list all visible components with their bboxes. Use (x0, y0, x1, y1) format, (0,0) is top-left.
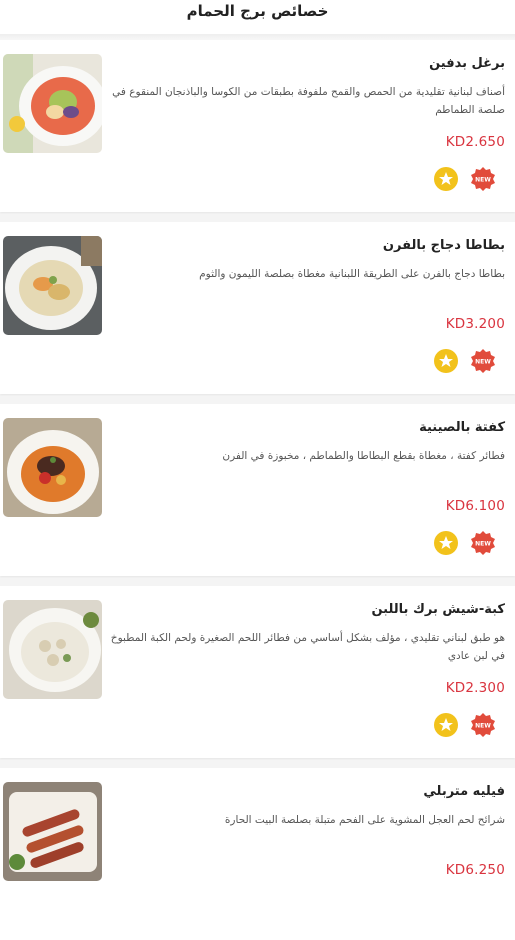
star-badge-icon (433, 166, 459, 192)
dish-price: KD2.300 (445, 680, 505, 696)
new-badge-icon: NEW (470, 348, 496, 374)
dish-image[interactable] (3, 236, 102, 335)
new-badge-label: NEW (475, 723, 491, 730)
new-badge-label: NEW (475, 177, 491, 184)
dish-title: فيليه متربلي (423, 784, 505, 799)
new-badge-icon: NEW (470, 530, 496, 556)
star-badge-icon (433, 348, 459, 374)
star-badge-icon (433, 530, 459, 556)
dish-image[interactable] (3, 600, 102, 699)
dish-price: KD3.200 (445, 316, 505, 332)
page-header: خصائص برج الحمام (0, 0, 515, 34)
new-badge-label: NEW (475, 359, 491, 366)
menu-item-card[interactable]: بطاطا دجاج بالفرن بطاطا دجاج بالفرن على … (0, 222, 515, 394)
dish-price: KD6.100 (445, 498, 505, 514)
menu-item-card[interactable]: كبة-شيش برك باللبن هو طبق لبناني تقليدي … (0, 586, 515, 758)
dish-title: كفتة بالصينية (419, 420, 505, 435)
menu-item-card[interactable]: فيليه متربلي شرائح لحم العجل المشوية على… (0, 768, 515, 940)
dish-title: كبة-شيش برك باللبن (371, 602, 505, 617)
dish-description: أصناف لبنانية تقليدية من الحمص والقمح مل… (112, 86, 505, 116)
dish-description: بطاطا دجاج بالفرن على الطريقة اللبنانية … (199, 268, 505, 280)
dish-image[interactable] (3, 418, 102, 517)
new-badge-label: NEW (475, 541, 491, 548)
dish-image[interactable] (3, 54, 102, 153)
dish-description: فطائر كفتة ، مغطاة بقطع البطاطا والطماطم… (222, 450, 505, 462)
dish-price: KD6.250 (445, 862, 505, 878)
star-badge-icon (433, 712, 459, 738)
new-badge-icon: NEW (470, 166, 496, 192)
menu-list: برغل بدفين أصناف لبنانية تقليدية من الحم… (0, 40, 515, 940)
menu-item-card[interactable]: كفتة بالصينية فطائر كفتة ، مغطاة بقطع ال… (0, 404, 515, 576)
new-badge-icon: NEW (470, 712, 496, 738)
dish-image[interactable] (3, 782, 102, 881)
dish-title: برغل بدفين (429, 56, 505, 71)
dish-price: KD2.650 (445, 134, 505, 150)
dish-description: هو طبق لبناني تقليدي ، مؤلف بشكل أساسي م… (110, 632, 505, 662)
menu-item-card[interactable]: برغل بدفين أصناف لبنانية تقليدية من الحم… (0, 40, 515, 212)
dish-description: شرائح لحم العجل المشوية على الفحم متبلة … (224, 814, 505, 826)
page-title: خصائص برج الحمام (186, 2, 329, 20)
dish-title: بطاطا دجاج بالفرن (382, 238, 505, 253)
